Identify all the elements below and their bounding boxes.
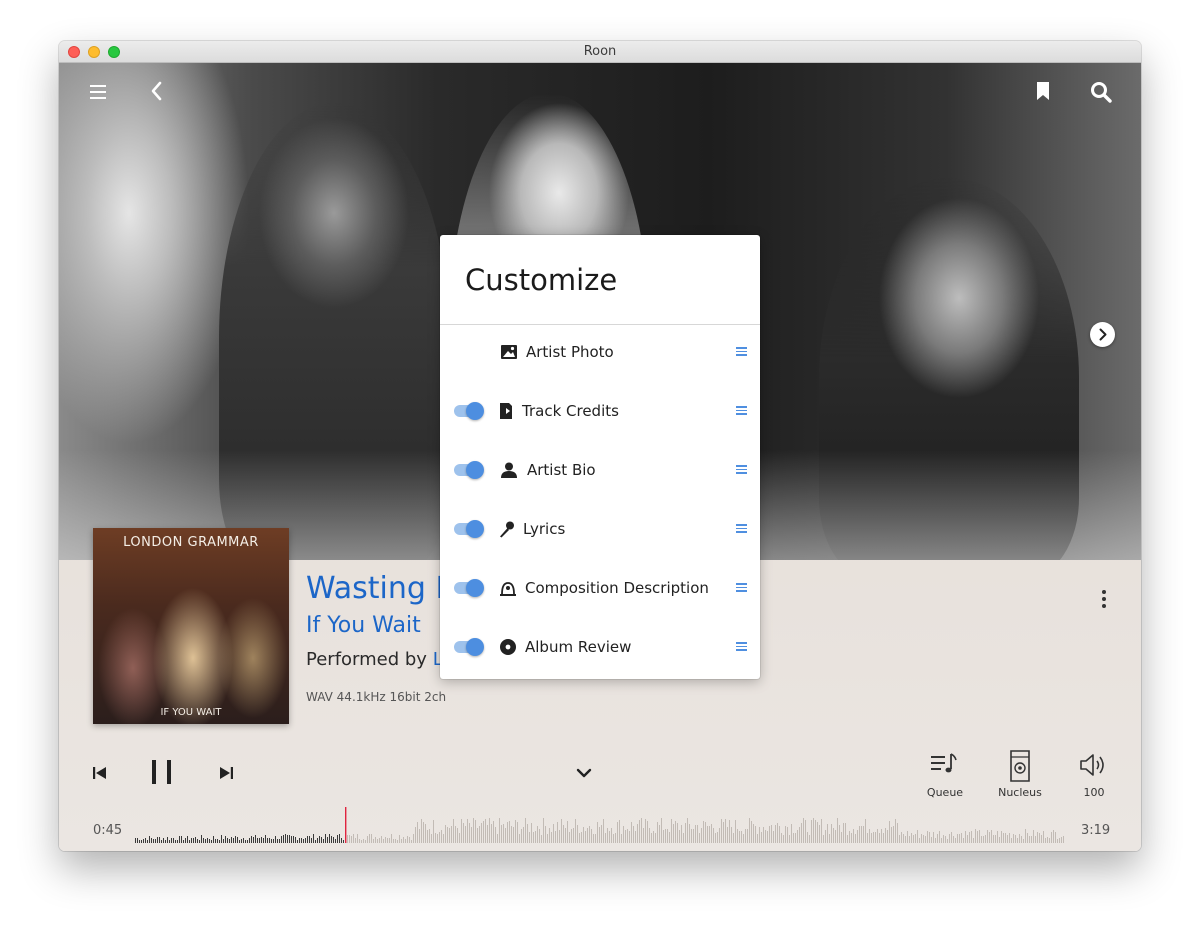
playhead[interactable] [345, 807, 347, 843]
toggle-switch[interactable] [454, 402, 484, 420]
customize-item-label: Composition Description [525, 579, 709, 597]
microphone-icon [500, 521, 514, 538]
zone-label[interactable]: Nucleus [995, 786, 1045, 799]
customize-item-label: Artist Photo [526, 343, 614, 361]
next-track-icon[interactable] [218, 765, 234, 781]
bookmark-icon[interactable] [1036, 81, 1050, 101]
track-title[interactable]: Wasting M [306, 571, 461, 606]
person-icon [501, 462, 517, 478]
customize-item-label: Lyrics [523, 520, 566, 538]
customize-item-album-review[interactable]: Album Review [440, 619, 760, 678]
drag-handle-icon[interactable] [736, 406, 747, 415]
chevron-down-icon[interactable] [576, 767, 592, 779]
album-art-title: IF YOU WAIT [160, 707, 222, 718]
toggle-switch[interactable] [454, 520, 484, 538]
composition-icon [500, 582, 516, 596]
customize-title: Customize [465, 263, 618, 297]
next-photo-button[interactable] [1090, 322, 1115, 347]
performed-by: Performed by Lo [306, 649, 453, 670]
customize-item-composition-description[interactable]: Composition Description [440, 560, 760, 619]
performed-by-prefix: Performed by [306, 649, 433, 670]
credits-icon [500, 403, 512, 419]
more-options-icon[interactable] [1096, 587, 1112, 613]
drag-handle-icon[interactable] [736, 642, 747, 651]
queue-icon[interactable] [930, 752, 958, 778]
customize-item-track-credits[interactable]: Track Credits [440, 383, 760, 442]
album-art[interactable]: LONDON GRAMMAR IF YOU WAIT [93, 528, 289, 724]
customize-item-artist-bio[interactable]: Artist Bio [440, 442, 760, 501]
image-icon [501, 345, 517, 359]
title-bar: Roon [59, 41, 1141, 63]
toggle-switch[interactable] [454, 461, 484, 479]
elapsed-time: 0:45 [93, 823, 123, 838]
previous-track-icon[interactable] [92, 765, 108, 781]
duration-time: 3:19 [1081, 823, 1111, 838]
chevron-right-icon [1099, 328, 1107, 341]
pause-icon[interactable] [151, 759, 173, 785]
waveform-seekbar[interactable] [135, 801, 1065, 843]
customize-item-lyrics[interactable]: Lyrics [440, 501, 760, 560]
customize-item-label: Album Review [525, 638, 632, 656]
drag-handle-icon[interactable] [736, 465, 747, 474]
toggle-switch[interactable] [454, 579, 484, 597]
search-icon[interactable] [1090, 81, 1112, 103]
volume-label[interactable]: 100 [1074, 786, 1114, 799]
drag-handle-icon[interactable] [736, 347, 747, 356]
customize-item-artist-photo[interactable]: Artist Photo [440, 324, 760, 383]
record-icon [500, 639, 516, 655]
window-title: Roon [583, 44, 617, 59]
nucleus-zone-icon[interactable] [1009, 749, 1031, 783]
back-chevron-icon[interactable] [150, 81, 164, 101]
toggle-switch[interactable] [454, 638, 484, 656]
drag-handle-icon[interactable] [736, 583, 747, 592]
customize-item-label: Artist Bio [527, 461, 596, 479]
customize-item-label: Track Credits [522, 402, 619, 420]
queue-label[interactable]: Queue [925, 786, 965, 799]
album-art-band: LONDON GRAMMAR [123, 535, 259, 550]
roon-window: Roon LONDON GRAMMAR IF YOU WAIT Wasting … [59, 41, 1141, 851]
drag-handle-icon[interactable] [736, 524, 747, 533]
album-link[interactable]: If You Wait [306, 613, 421, 638]
volume-icon[interactable] [1079, 752, 1107, 778]
audio-format: WAV 44.1kHz 16bit 2ch [306, 690, 447, 704]
customize-popup: Customize Artist Photo Track Credits Art… [440, 235, 760, 679]
hamburger-menu-icon[interactable] [90, 84, 108, 100]
